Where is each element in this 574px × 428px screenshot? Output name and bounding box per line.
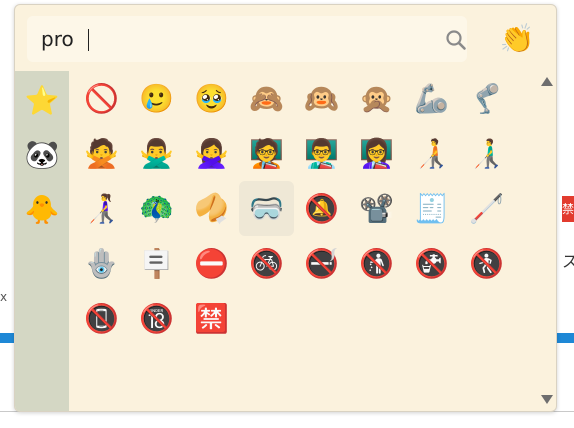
emoji-no-smoking[interactable]: 🚭 xyxy=(294,236,349,291)
search-icon[interactable] xyxy=(445,29,467,51)
scroll-up-arrow[interactable] xyxy=(541,77,553,86)
background-right-emoji: 禁 xyxy=(562,196,574,222)
emoji-hamsa[interactable]: 🪬 xyxy=(74,236,129,291)
emoji-bell-with-slash[interactable]: 🔕 xyxy=(294,181,349,236)
scrollbar[interactable] xyxy=(537,71,556,411)
emoji-film-projector[interactable]: 📽️ xyxy=(349,181,404,236)
category-sidebar: ⭐ 🐼 🐥 xyxy=(15,71,69,411)
emoji-face-holding-back-tears[interactable]: 🥹 xyxy=(184,71,239,126)
emoji-peacock[interactable]: 🦚 xyxy=(129,181,184,236)
emoji-see-no-evil-monkey[interactable]: 🙈 xyxy=(239,71,294,126)
emoji-man-teacher[interactable]: 👨‍🏫 xyxy=(294,126,349,181)
emoji-receipt[interactable]: 🧾 xyxy=(404,181,459,236)
emoji-man-with-white-cane[interactable]: 👨‍🦯 xyxy=(459,126,514,181)
emoji-teacher[interactable]: 🧑‍🏫 xyxy=(239,126,294,181)
emoji-row: 🙅 🙅‍♂️ 🙅‍♀️ 🧑‍🏫 👨‍🏫 👩‍🏫 🧑‍🦯 👨‍🦯 xyxy=(74,126,534,181)
emoji-row: 🪬 🪧 ⛔ 🚳 🚭 🚯 🚱 🚷 xyxy=(74,236,534,291)
emoji-row: 🚫 🥲 🥹 🙈 🙉 🙊 🦾 🦿 xyxy=(74,71,534,126)
emoji-white-cane[interactable]: 🦯 xyxy=(459,181,514,236)
emoji-picker: 👏 ⭐ 🐼 🐥 🚫🥲🥹🙈🙉🙊🦾🦿🙅🙅‍♂️🙅‍♀️🧑‍🏫👨‍🏫👩‍🏫🧑‍🦯👨‍🦯… xyxy=(14,4,557,412)
emoji-person-gesturing-no[interactable]: 🙅 xyxy=(74,126,129,181)
search-input[interactable] xyxy=(41,25,421,53)
emoji-fortune-cookie[interactable]: 🥠 xyxy=(184,181,239,236)
emoji-hear-no-evil-monkey[interactable]: 🙉 xyxy=(294,71,349,126)
emoji-results-area: 🚫 🥲 🥹 🙈 🙉 🙊 🦾 🦿 🙅 🙅‍♂️ 🙅‍♀️ 🧑‍🏫 👨‍🏫 👩‍🏫 🧑‍🦯 👨‍🦯 👩‍🦯 🦚 🥠 🥽 🔕 📽… xyxy=(69,71,537,411)
emoji-woman-with-white-cane[interactable]: 👩‍🦯 xyxy=(74,181,129,236)
emoji-woman-teacher[interactable]: 👩‍🏫 xyxy=(349,126,404,181)
emoji-smiling-face-with-tear[interactable]: 🥲 xyxy=(129,71,184,126)
emoji-no-bicycles[interactable]: 🚳 xyxy=(239,236,294,291)
background-selection-bar-left xyxy=(0,333,14,343)
emoji-man-gesturing-no[interactable]: 🙅‍♂️ xyxy=(129,126,184,181)
search-box[interactable] xyxy=(27,16,467,62)
background-right-text: ス xyxy=(562,252,574,271)
emoji-japanese-prohibited-button[interactable]: 🈲 xyxy=(184,291,239,346)
sidebar-item-custom-sticker-2[interactable]: 🐥 xyxy=(24,192,60,228)
emoji-goggles[interactable]: 🥽 xyxy=(239,181,294,236)
emoji-placard[interactable]: 🪧 xyxy=(129,236,184,291)
emoji-speak-no-evil-monkey[interactable]: 🙊 xyxy=(349,71,404,126)
emoji-mechanical-arm[interactable]: 🦾 xyxy=(404,71,459,126)
emoji-no-pedestrians[interactable]: 🚷 xyxy=(459,236,514,291)
emoji-person-with-white-cane[interactable]: 🧑‍🦯 xyxy=(404,126,459,181)
scroll-down-arrow[interactable] xyxy=(541,395,553,404)
emoji-woman-gesturing-no[interactable]: 🙅‍♀️ xyxy=(184,126,239,181)
background-selection-bar-right xyxy=(556,333,574,343)
emoji-results-grid: 🚫 🥲 🥹 🙈 🙉 🙊 🦾 🦿 🙅 🙅‍♂️ 🙅‍♀️ 🧑‍🏫 👨‍🏫 👩‍🏫 🧑‍🦯 👨‍🦯 👩‍🦯 🦚 🥠 🥽 🔕 📽… xyxy=(74,71,534,346)
emoji-non-potable-water[interactable]: 🚱 xyxy=(404,236,459,291)
skin-tone-button[interactable]: 👏 xyxy=(499,21,535,57)
emoji-no-one-under-eighteen[interactable]: 🔞 xyxy=(129,291,184,346)
emoji-no-littering[interactable]: 🚯 xyxy=(349,236,404,291)
emoji-row: 👩‍🦯 🦚 🥠 🥽 🔕 📽️ 🧾 🦯 xyxy=(74,181,534,236)
emoji-row: 📵 🔞 🈲 xyxy=(74,291,534,346)
emoji-prohibited[interactable]: 🚫 xyxy=(74,71,129,126)
background-edge-text: x xyxy=(0,290,8,304)
emoji-no-entry[interactable]: ⛔ xyxy=(184,236,239,291)
emoji-no-mobile-phones[interactable]: 📵 xyxy=(74,291,129,346)
sidebar-item-favorites[interactable]: ⭐ xyxy=(24,83,60,119)
text-caret xyxy=(88,29,89,51)
emoji-mechanical-leg[interactable]: 🦿 xyxy=(459,71,514,126)
sidebar-item-custom-sticker-1[interactable]: 🐼 xyxy=(24,137,60,173)
